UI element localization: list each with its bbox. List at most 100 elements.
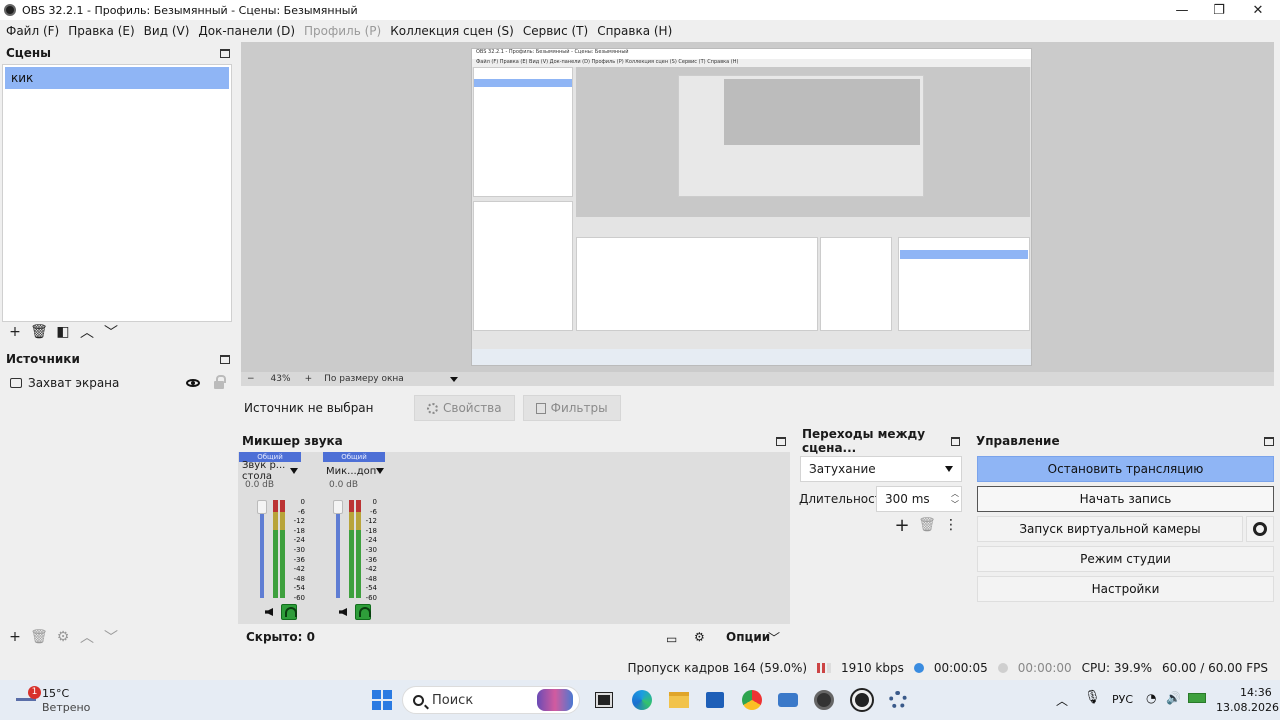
zoom-bar: − 43% + По размеру окна — [241, 372, 1274, 386]
duration-value: 300 ms — [885, 492, 930, 506]
add-scene-icon[interactable]: + — [6, 323, 24, 341]
speaker-icon[interactable] — [339, 608, 347, 616]
remove-source-icon[interactable]: 🗑 — [30, 628, 48, 646]
channel-dropdown-icon[interactable] — [376, 468, 385, 474]
menu-view[interactable]: Вид (V) — [140, 24, 194, 38]
monitor-icon — [10, 378, 22, 388]
speaker-icon[interactable] — [265, 608, 273, 616]
fit-mode-select[interactable]: По размеру окна — [324, 374, 444, 384]
close-button[interactable]: ✕ — [1240, 0, 1276, 20]
task-view-icon[interactable] — [592, 688, 616, 712]
minimize-button[interactable]: — — [1164, 0, 1200, 20]
mixer-settings-icon[interactable]: ⚙ — [694, 630, 705, 644]
wifi-icon[interactable]: ◔ — [1146, 691, 1156, 705]
mixer-layout-icon[interactable]: ▭ — [666, 632, 677, 646]
maximize-button[interactable]: ❐ — [1201, 0, 1237, 20]
move-up-icon[interactable]: ︿ — [78, 628, 96, 646]
stream-status-icon — [913, 663, 924, 673]
filters-button[interactable]: Фильтры — [522, 395, 621, 421]
scene-filters-icon[interactable]: ◧ — [54, 323, 72, 341]
language-indicator[interactable]: РУС — [1112, 693, 1133, 706]
mixer-area — [238, 452, 790, 624]
dock-float-icon[interactable] — [1264, 436, 1274, 446]
obs-icon[interactable] — [812, 688, 836, 712]
menu-tools[interactable]: Сервис (T) — [519, 24, 592, 38]
taskbar-search[interactable]: Поиск — [402, 686, 580, 714]
menu-scene-collection[interactable]: Коллекция сцен (S) — [386, 24, 518, 38]
volume-fader-track[interactable] — [336, 508, 340, 598]
duration-spinbox[interactable]: 300 ms ︿ ﹀ — [876, 486, 962, 512]
preview-canvas[interactable]: OBS 32.2.1 - Профиль: Безымянный - Сцены… — [241, 42, 1274, 372]
source-properties-icon[interactable]: ⚙ — [54, 628, 72, 646]
store-icon[interactable] — [703, 688, 727, 712]
dock-float-icon[interactable] — [951, 436, 960, 446]
move-up-icon[interactable]: ︿ — [78, 323, 96, 341]
audio-meter — [280, 500, 285, 598]
move-down-icon[interactable]: ﹀ — [102, 323, 120, 341]
channel-name[interactable]: Мик...доп — [323, 462, 385, 480]
gear-icon — [1253, 522, 1267, 536]
channel-dropdown-icon[interactable] — [290, 468, 298, 474]
mixer-channel-mic: Общий Мик...доп 0.0 dB 0 -6 -12 -18 -24 -30 -3… — [323, 452, 385, 624]
settings-gear-icon[interactable] — [886, 688, 910, 712]
volume-icon[interactable]: 🔊 — [1166, 691, 1181, 705]
dock-float-icon[interactable] — [220, 48, 230, 58]
fit-mode-dropdown-icon[interactable] — [450, 376, 459, 382]
scene-item[interactable]: кик — [5, 67, 229, 89]
source-item[interactable]: Захват экрана — [2, 372, 232, 394]
properties-button[interactable]: Свойства — [414, 395, 515, 421]
weather-icon[interactable]: 1 — [14, 686, 41, 710]
menu-profile[interactable]: Профиль (P) — [300, 24, 385, 38]
file-explorer-icon[interactable] — [667, 688, 691, 712]
monitor-headphone-icon[interactable] — [355, 604, 371, 620]
channel-tab[interactable]: Общий — [323, 452, 385, 462]
chevron-down-icon[interactable]: ﹀ — [768, 629, 780, 646]
clock-date[interactable]: 13.08.2026 — [1216, 701, 1279, 714]
microphone-icon[interactable]: 🎙 — [1084, 690, 1101, 705]
volume-fader-handle[interactable] — [257, 500, 267, 514]
battery-icon[interactable] — [1188, 693, 1206, 703]
start-windows-icon[interactable] — [370, 688, 394, 712]
zoom-out-button[interactable]: − — [247, 374, 255, 384]
volume-fader-handle[interactable] — [333, 500, 343, 514]
stop-stream-button[interactable]: Остановить трансляцию — [977, 456, 1274, 482]
remove-transition-icon[interactable]: 🗑 — [918, 516, 936, 534]
virtual-camera-button[interactable]: Запуск виртуальной камеры — [977, 516, 1243, 542]
visibility-eye-icon[interactable] — [186, 379, 200, 387]
remove-scene-icon[interactable]: 🗑 — [30, 323, 48, 341]
window-title: OBS 32.2.1 - Профиль: Безымянный - Сцены… — [22, 3, 358, 17]
dock-float-icon[interactable] — [220, 354, 230, 364]
transition-select[interactable]: Затухание — [800, 456, 962, 482]
add-source-icon[interactable]: + — [6, 628, 24, 646]
edge-browser-icon[interactable] — [630, 688, 654, 712]
chrome-icon[interactable] — [740, 688, 764, 712]
virtual-camera-settings-button[interactable] — [1246, 516, 1274, 542]
move-down-icon[interactable]: ﹀ — [102, 628, 120, 646]
mixer-options-button[interactable]: Опции — [726, 630, 770, 644]
chevron-down-icon — [945, 466, 953, 472]
spin-arrows-icon[interactable]: ︿ ﹀ — [951, 488, 959, 510]
menu-help[interactable]: Справка (H) — [593, 24, 676, 38]
app-icon[interactable] — [776, 688, 800, 712]
scenes-toolbar: + 🗑 ◧ ︿ ﹀ — [6, 323, 120, 341]
tray-chevron-up-icon[interactable]: ︿ — [1056, 692, 1068, 709]
add-transition-icon[interactable]: + — [893, 515, 911, 536]
status-bar: Пропуск кадров 164 (59.0%) 1910 kbps 00:… — [0, 656, 1280, 680]
lock-icon[interactable] — [214, 375, 226, 389]
settings-button[interactable]: Настройки — [977, 576, 1274, 602]
volume-fader-track[interactable] — [260, 508, 264, 598]
zoom-in-button[interactable]: + — [305, 374, 313, 384]
hidden-count: Скрыто: 0 — [246, 630, 315, 644]
menu-edit[interactable]: Правка (E) — [64, 24, 138, 38]
start-record-button[interactable]: Начать запись — [977, 486, 1274, 512]
channel-name[interactable]: Звук р... стола — [239, 460, 301, 482]
transition-menu-icon[interactable]: ⋮ — [942, 516, 960, 534]
menu-docks[interactable]: Док-панели (D) — [194, 24, 299, 38]
menu-file[interactable]: Файл (F) — [2, 24, 63, 38]
monitor-headphone-icon[interactable] — [281, 604, 297, 620]
source-label: Захват экрана — [28, 376, 120, 390]
clock-time[interactable]: 14:36 — [1240, 686, 1272, 699]
studio-mode-button[interactable]: Режим студии — [977, 546, 1274, 572]
obs-active-icon[interactable] — [850, 688, 874, 712]
dock-float-icon[interactable] — [776, 436, 786, 446]
